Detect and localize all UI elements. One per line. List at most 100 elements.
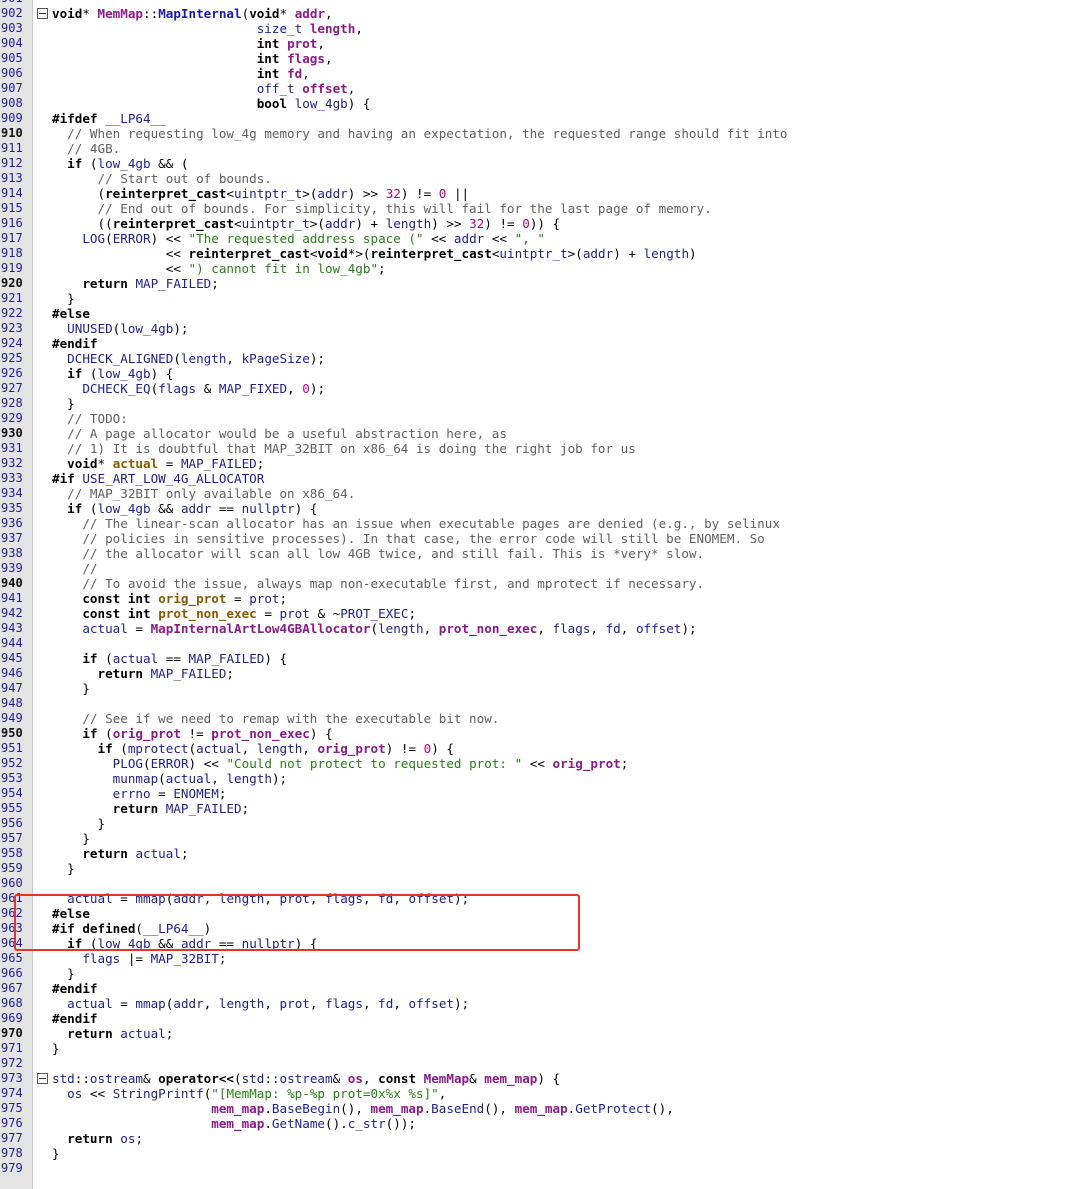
code-token: low_4gb — [97, 156, 151, 171]
code-line[interactable]: 940 // To avoid the issue, always map no… — [0, 576, 1082, 591]
code-line[interactable]: 924 #endif — [0, 336, 1082, 351]
code-text: // the allocator will scan all low 4GB t… — [52, 546, 704, 561]
code-line[interactable]: 904 int prot, — [0, 36, 1082, 51]
code-line[interactable]: 956 } — [0, 816, 1082, 831]
code-line[interactable]: 937 // policies in sensitive processes).… — [0, 531, 1082, 546]
code-line[interactable]: 970 return actual; — [0, 1026, 1082, 1041]
code-line[interactable]: 910 // When requesting low_4g memory and… — [0, 126, 1082, 141]
code-line[interactable]: 917 LOG(ERROR) << "The requested address… — [0, 231, 1082, 246]
code-line[interactable]: 951 if (mprotect(actual, length, orig_pr… — [0, 741, 1082, 756]
code-line[interactable]: 965 flags |= MAP_32BIT; — [0, 951, 1082, 966]
code-text: int fd, — [52, 66, 310, 81]
code-token: ) { — [347, 96, 371, 111]
line-number: 957 — [1, 831, 23, 845]
code-line[interactable]: 966 } — [0, 966, 1082, 981]
code-line[interactable]: 914 (reinterpret_cast<uintptr_t>(addr) >… — [0, 186, 1082, 201]
code-line[interactable]: 921 } — [0, 291, 1082, 306]
code-token: flags — [287, 51, 325, 66]
code-line[interactable]: 922 #else — [0, 306, 1082, 321]
code-token: ( — [82, 156, 98, 171]
fold-toggle-icon[interactable] — [37, 8, 48, 19]
code-line[interactable]: 953 munmap(actual, length); — [0, 771, 1082, 786]
code-line[interactable]: 975 mem_map.BaseBegin(), mem_map.BaseEnd… — [0, 1101, 1082, 1116]
code-line[interactable]: 918 << reinterpret_cast<void*>(reinterpr… — [0, 246, 1082, 261]
code-line[interactable]: 952 PLOG(ERROR) << "Could not protect to… — [0, 756, 1082, 771]
code-text: const int prot_non_exec = prot & ~PROT_E… — [52, 606, 416, 621]
code-line[interactable]: 909 #ifdef __LP64__ — [0, 111, 1082, 126]
code-text: (reinterpret_cast<uintptr_t>(addr) >> 32… — [52, 186, 469, 201]
code-line[interactable]: 905 int flags, — [0, 51, 1082, 66]
code-line[interactable]: 948 — [0, 696, 1082, 711]
code-line[interactable]: 932 void* actual = MAP_FAILED; — [0, 456, 1082, 471]
code-line[interactable]: 939 // — [0, 561, 1082, 576]
code-line[interactable]: 971} — [0, 1041, 1082, 1056]
code-line[interactable]: 906 int fd, — [0, 66, 1082, 81]
code-line[interactable]: 902 void* MemMap::MapInternal(void* addr, — [0, 6, 1082, 21]
code-token: ) { — [309, 726, 333, 741]
line-number: 950 — [1, 726, 23, 740]
code-line[interactable]: 913 // Start out of bounds. — [0, 171, 1082, 186]
code-line[interactable]: 959 } — [0, 861, 1082, 876]
code-line[interactable]: 919 << ") cannot fit in low_4gb"; — [0, 261, 1082, 276]
code-line[interactable]: 936 // The linear-scan allocator has an … — [0, 516, 1082, 531]
code-line[interactable]: 928 } — [0, 396, 1082, 411]
code-text: // To avoid the issue, always map non-ex… — [52, 576, 704, 591]
code-token: USE_ART_LOW_4G_ALLOCATOR — [82, 471, 265, 486]
code-token: // policies in sensitive processes). In … — [82, 531, 765, 546]
code-line[interactable]: 967 #endif — [0, 981, 1082, 996]
code-line[interactable]: 935 if (low_4gb && addr == nullptr) { — [0, 501, 1082, 516]
code-token: MAP_FAILED — [150, 666, 227, 681]
code-line[interactable]: 968 actual = mmap(addr, length, prot, fl… — [0, 996, 1082, 1011]
fold-toggle-icon[interactable] — [37, 1073, 48, 1084]
code-line[interactable]: 927 DCHECK_EQ(flags & MAP_FIXED, 0); — [0, 381, 1082, 396]
code-line[interactable]: 946 return MAP_FAILED; — [0, 666, 1082, 681]
code-line[interactable]: 920 return MAP_FAILED; — [0, 276, 1082, 291]
code-editor[interactable]: 901902void* MemMap::MapInternal(void* ad… — [0, 0, 1082, 1189]
code-token: & — [332, 1071, 348, 1086]
code-line[interactable]: 929 // TODO: — [0, 411, 1082, 426]
code-line[interactable]: 950 if (orig_prot != prot_non_exec) { — [0, 726, 1082, 741]
code-line[interactable]: 949 // See if we need to remap with the … — [0, 711, 1082, 726]
code-line[interactable]: 912 if (low_4gb && ( — [0, 156, 1082, 171]
code-line[interactable]: 960 — [0, 876, 1082, 891]
code-line[interactable]: 941 const int orig_prot = prot; — [0, 591, 1082, 606]
code-line[interactable]: 978} — [0, 1146, 1082, 1161]
code-line[interactable]: 958 return actual; — [0, 846, 1082, 861]
code-line[interactable]: 916 ((reinterpret_cast<uintptr_t>(addr) … — [0, 216, 1082, 231]
code-line[interactable]: 969 #endif — [0, 1011, 1082, 1026]
code-token: LOG — [82, 231, 106, 246]
code-token: length — [226, 771, 272, 786]
code-line[interactable]: 955 return MAP_FAILED; — [0, 801, 1082, 816]
code-token: prot_non_exec — [211, 726, 310, 741]
code-line[interactable]: 938 // the allocator will scan all low 4… — [0, 546, 1082, 561]
code-token: mem_map — [211, 1101, 265, 1116]
code-line[interactable]: 954 errno = ENOMEM; — [0, 786, 1082, 801]
code-line[interactable]: 976 mem_map.GetName().c_str()); — [0, 1116, 1082, 1131]
code-line[interactable]: 908 bool low_4gb) { — [0, 96, 1082, 111]
code-line[interactable]: 977 return os; — [0, 1131, 1082, 1146]
code-line[interactable]: 933 #if USE_ART_LOW_4G_ALLOCATOR — [0, 471, 1082, 486]
code-line[interactable]: 973 std::ostream& operator<<(std::ostream… — [0, 1071, 1082, 1086]
code-line[interactable]: 974 os << StringPrintf("[MemMap: %p-%p p… — [0, 1086, 1082, 1101]
code-line[interactable]: 945 if (actual == MAP_FAILED) { — [0, 651, 1082, 666]
code-line[interactable]: 926 if (low_4gb) { — [0, 366, 1082, 381]
code-line[interactable]: 979 — [0, 1161, 1082, 1176]
code-line[interactable]: 947 } — [0, 681, 1082, 696]
code-line[interactable]: 930 // A page allocator would be a usefu… — [0, 426, 1082, 441]
code-line[interactable]: 972 — [0, 1056, 1082, 1071]
code-line[interactable]: 957 } — [0, 831, 1082, 846]
code-line[interactable]: 934 // MAP_32BIT only available on x86_6… — [0, 486, 1082, 501]
line-number: 902 — [1, 6, 23, 20]
code-line[interactable]: 907 off_t offset, — [0, 81, 1082, 96]
code-line[interactable]: 931 // 1) It is doubtful that MAP_32BIT … — [0, 441, 1082, 456]
code-line[interactable]: 911 // 4GB. — [0, 141, 1082, 156]
code-line[interactable]: 943 actual = MapInternalArtLow4GBAllocat… — [0, 621, 1082, 636]
code-line[interactable]: 925 DCHECK_ALIGNED(length, kPageSize); — [0, 351, 1082, 366]
code-line[interactable]: 944 — [0, 636, 1082, 651]
code-line[interactable]: 903 size_t length, — [0, 21, 1082, 36]
code-line[interactable]: 923 UNUSED(low_4gb); — [0, 321, 1082, 336]
code-line[interactable]: 915 // End out of bounds. For simplicity… — [0, 201, 1082, 216]
code-line[interactable]: 942 const int prot_non_exec = prot & ~PR… — [0, 606, 1082, 621]
